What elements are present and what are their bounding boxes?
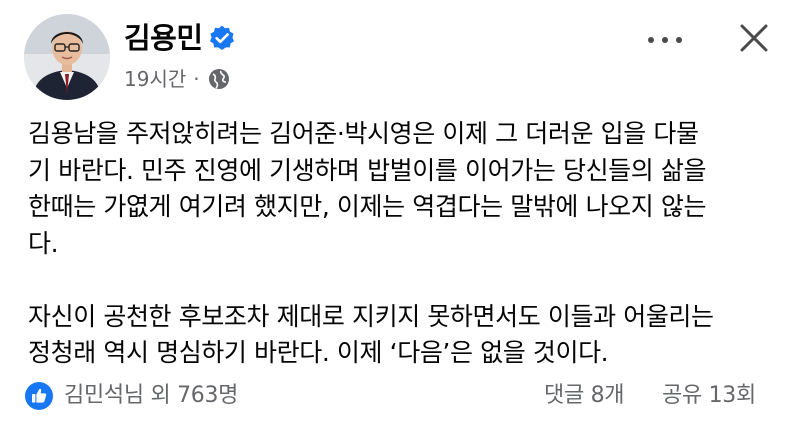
avatar[interactable] bbox=[24, 14, 110, 100]
post-text-line: 김용남을 주저앉히려는 김어준·박시영은 이제 그 더러운 입을 다물 bbox=[28, 119, 699, 148]
post-time[interactable]: 19시간 bbox=[124, 66, 186, 92]
paragraph-break bbox=[28, 262, 780, 299]
post-footer: 김민석님 외 763명 댓글 8개 공유 13회 bbox=[0, 374, 800, 418]
profile-photo bbox=[24, 14, 110, 100]
close-icon[interactable] bbox=[734, 18, 774, 58]
post-text-line: 자신이 공천한 후보조차 제대로 지키지 못하면서도 이들과 어울리는 bbox=[28, 301, 714, 331]
verified-badge-icon bbox=[210, 25, 234, 50]
more-options-button[interactable] bbox=[640, 22, 690, 58]
more-icon-dot bbox=[662, 37, 668, 43]
post-text-line: 다. bbox=[28, 228, 59, 258]
globe-icon[interactable] bbox=[208, 68, 230, 90]
shares-count[interactable]: 공유 13회 bbox=[662, 381, 756, 411]
author-name[interactable]: 김용민 bbox=[124, 20, 203, 56]
post-meta: 19시간 · bbox=[124, 66, 230, 92]
reactions-count[interactable]: 김민석님 외 763명 bbox=[64, 381, 238, 411]
post-text-line: 기 바란다. 민주 진영에 기생하며 밥벌이를 이어가는 당신들의 삶을 bbox=[28, 155, 707, 185]
post-text-line: 한때는 가엾게 여기려 했지만, 이제는 역겹다는 말밖에 나오지 않는 bbox=[28, 192, 707, 221]
post-body: 김용남을 주저앉히려는 김어준·박시영은 이제 그 더러운 입을 다물 기 바란… bbox=[28, 116, 780, 372]
meta-separator: · bbox=[193, 67, 200, 91]
like-icon bbox=[25, 382, 53, 410]
more-icon-dot bbox=[676, 37, 682, 43]
comments-count[interactable]: 댓글 8개 bbox=[544, 381, 625, 411]
post-text-line: 정청래 역시 명심하기 바란다. 이제 ‘다음’은 없을 것이다. bbox=[28, 338, 609, 367]
facebook-post: 김용민 19시간 · 김용남을 주저앉히려는 김어준·박시영은 이제 그 더러운… bbox=[0, 0, 800, 423]
more-icon bbox=[648, 37, 654, 43]
